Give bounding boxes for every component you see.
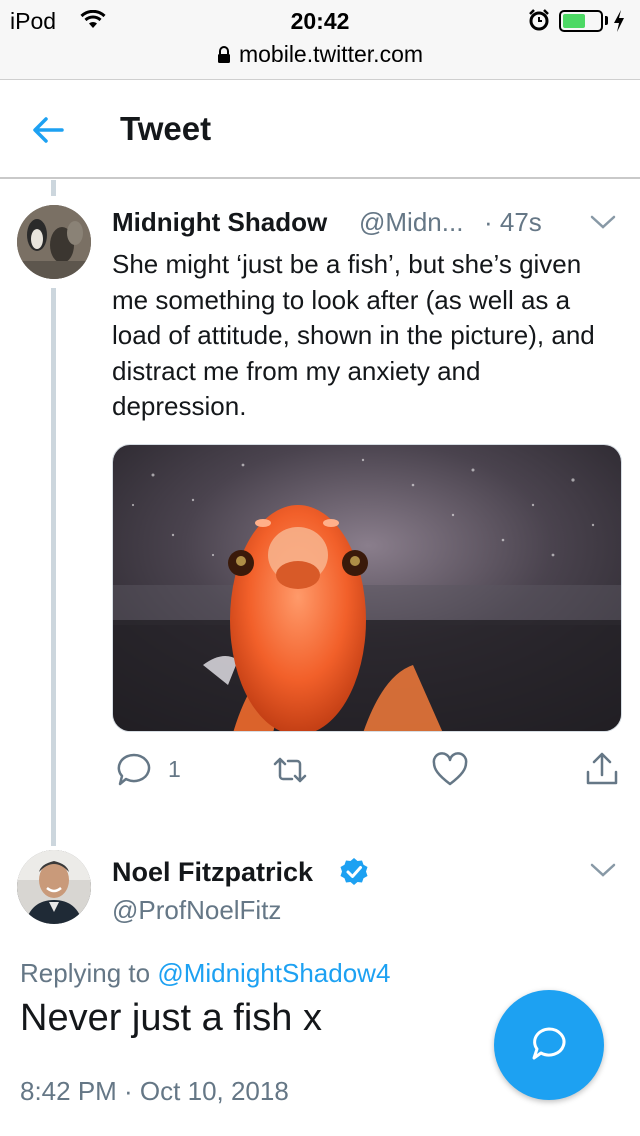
alarm-icon — [528, 9, 550, 36]
author-handle[interactable]: @Midn... — [359, 207, 463, 238]
page-title: Tweet — [120, 110, 212, 147]
thread-line-top — [51, 180, 56, 196]
verified-badge-icon — [338, 856, 370, 893]
url-text: mobile.twitter.com — [238, 41, 424, 67]
share-icon[interactable] — [582, 750, 622, 795]
chevron-down-icon[interactable] — [588, 860, 618, 880]
tweet-text: She might ‘just be a fish’, but she’s gi… — [112, 249, 595, 421]
tweet-timestamp[interactable]: · 47s — [484, 207, 542, 238]
status-bar: iPod 20:42 mobile.twitter.com — [0, 0, 640, 80]
tweet-date[interactable]: 8:42 PM · Oct 10, 2018 — [20, 1076, 289, 1107]
reply-icon[interactable] — [114, 750, 154, 795]
author-name[interactable]: Midnight Shadow — [112, 207, 327, 238]
charging-bolt-icon — [612, 9, 626, 38]
tweet-photo[interactable] — [112, 444, 622, 732]
mention-link[interactable]: @MidnightShadow4 — [157, 958, 390, 988]
author-handle[interactable]: @ProfNoelFitz — [112, 895, 281, 926]
lock-icon — [217, 43, 231, 70]
avatar[interactable] — [17, 205, 91, 279]
heart-icon[interactable] — [430, 750, 470, 795]
replying-to: Replying to @MidnightShadow4 — [20, 958, 390, 989]
app-header: Tweet — [0, 80, 640, 179]
battery-icon — [559, 10, 603, 32]
author-name[interactable]: Noel Fitzpatrick — [112, 857, 313, 888]
compose-reply-button[interactable] — [494, 990, 604, 1100]
arrow-left-icon — [26, 117, 70, 154]
retweet-icon[interactable] — [270, 750, 310, 795]
back-button[interactable] — [26, 110, 70, 150]
tweet-actions: 1 — [0, 750, 640, 794]
avatar[interactable] — [17, 850, 91, 924]
replying-to-label: Replying to — [20, 958, 151, 988]
reply-count: 1 — [168, 756, 181, 782]
tweet-text: Never just a fish x — [20, 997, 322, 1039]
battery-cap — [605, 16, 608, 25]
address-bar[interactable]: mobile.twitter.com — [0, 41, 640, 70]
chevron-down-icon[interactable] — [588, 212, 618, 232]
